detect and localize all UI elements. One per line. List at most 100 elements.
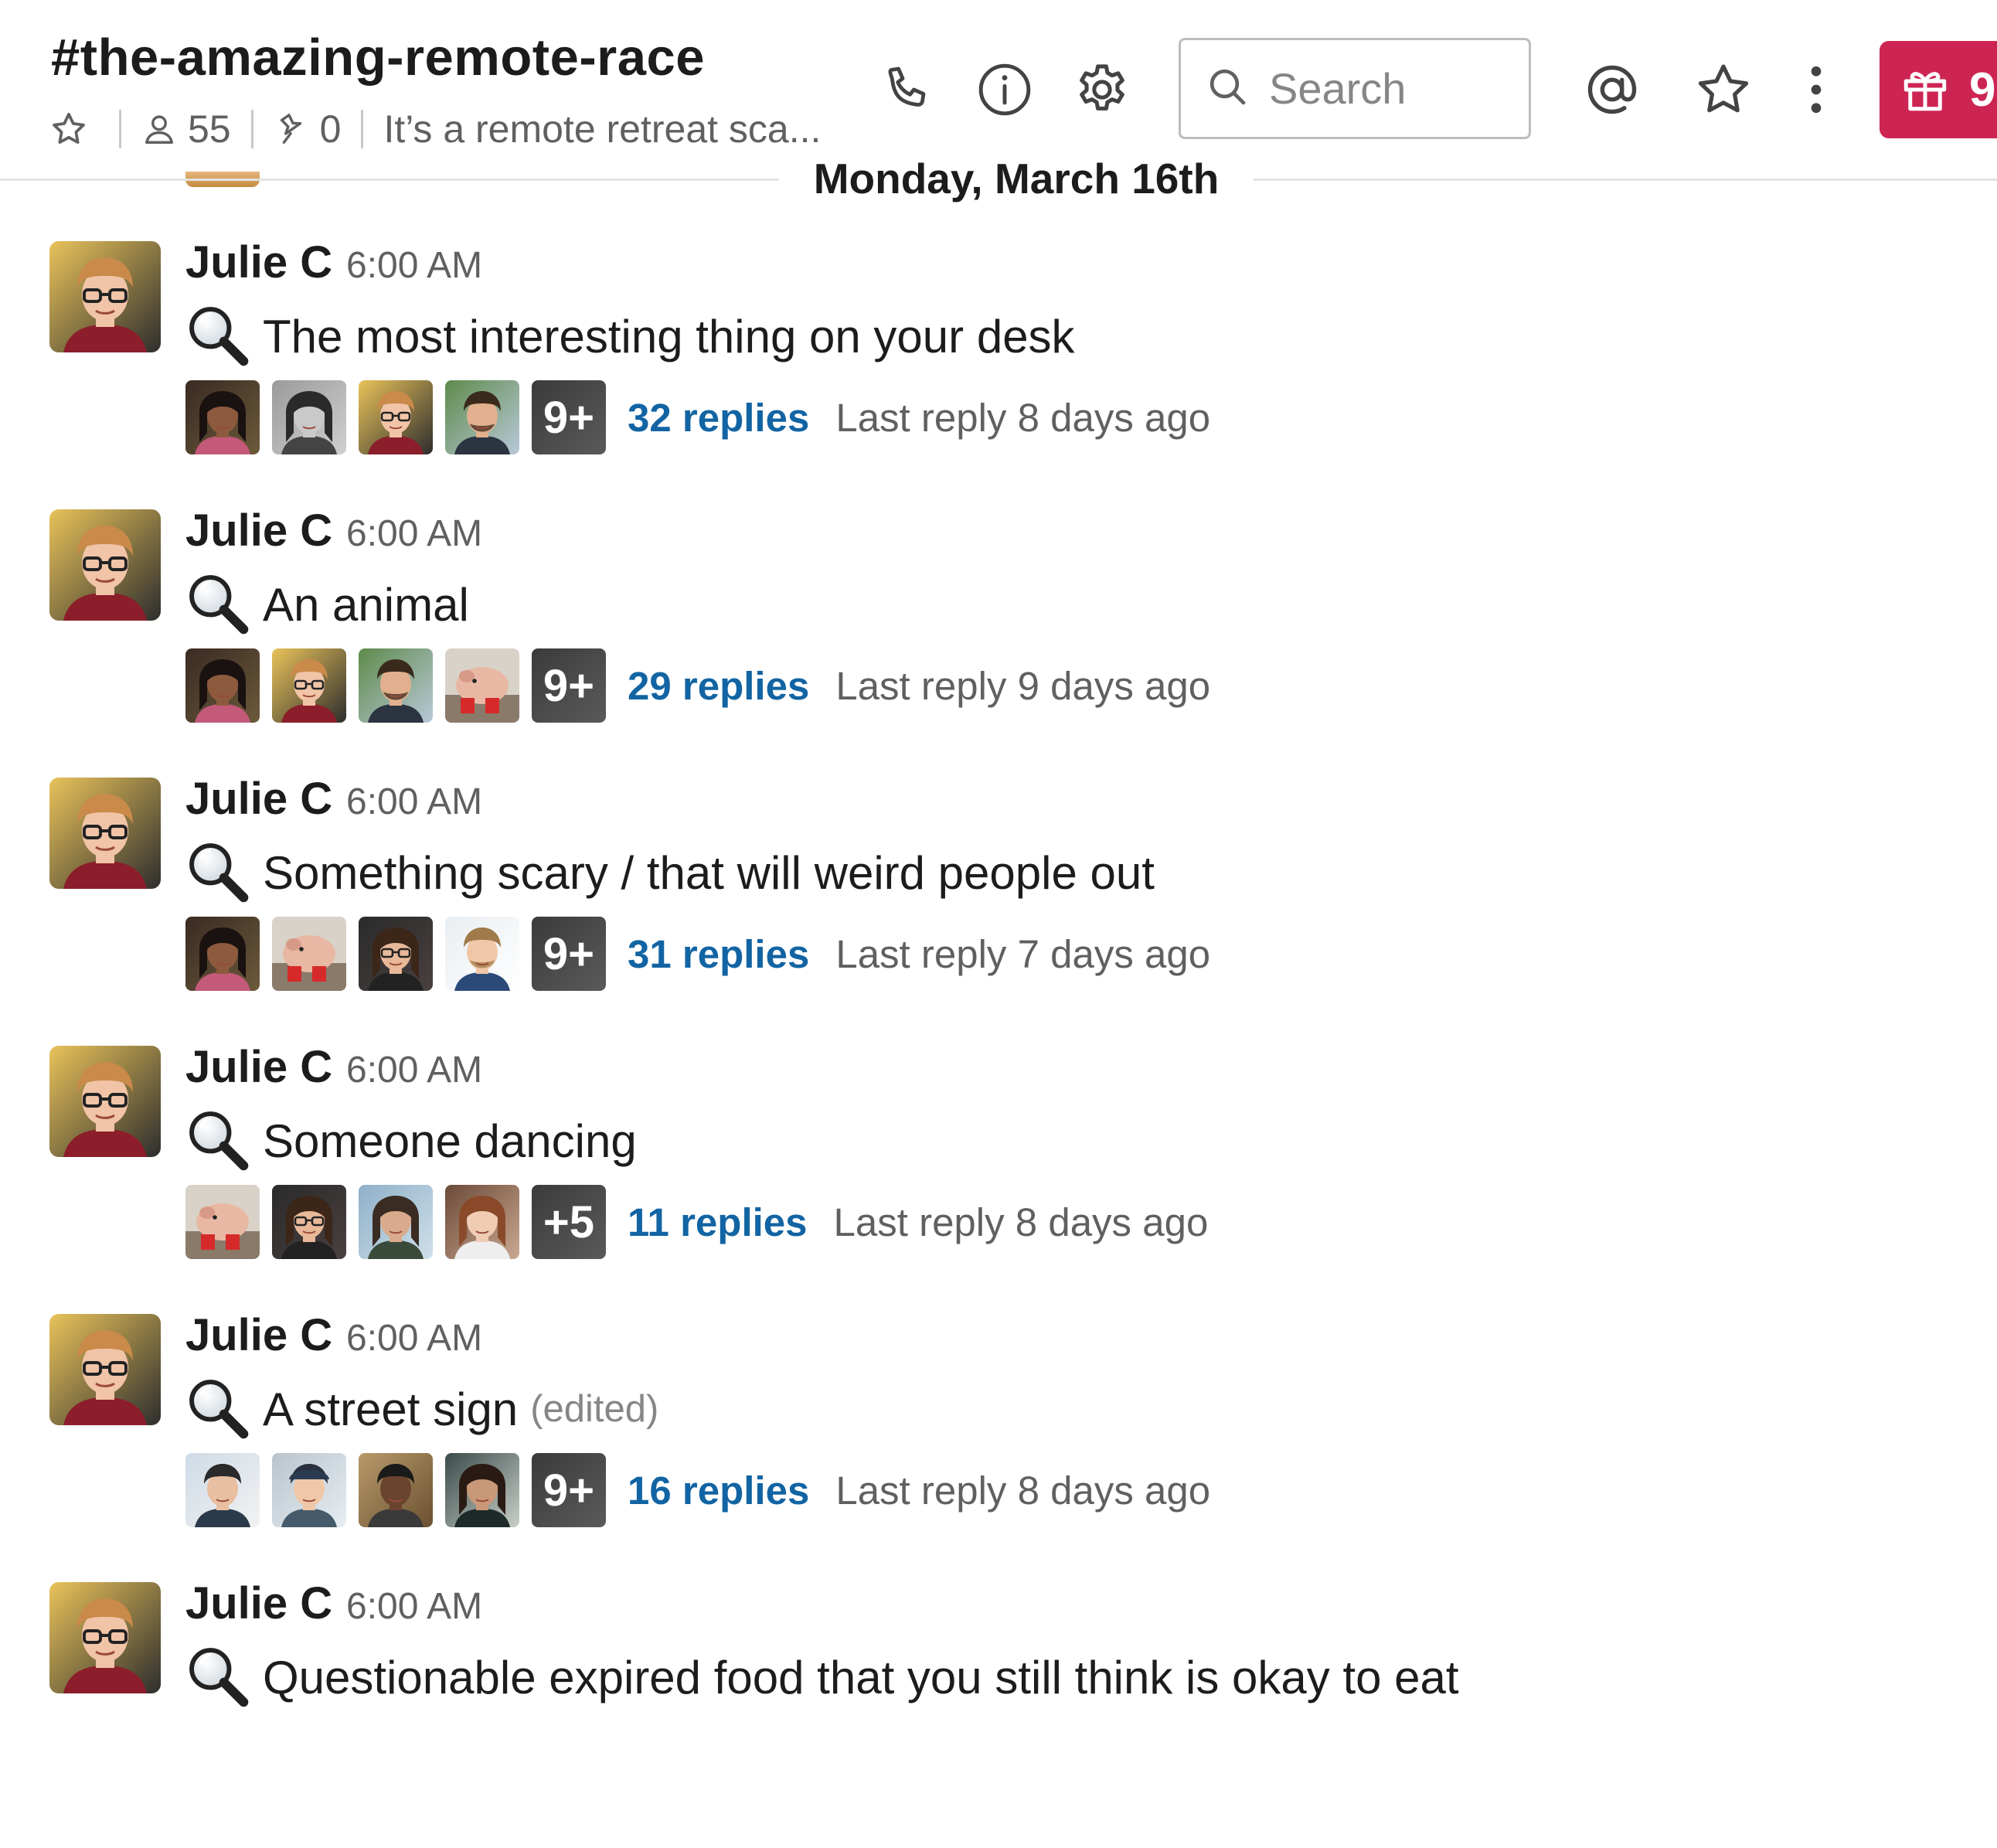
replies-link[interactable]: 31 replies (628, 931, 809, 977)
participant-avatar[interactable] (185, 380, 260, 454)
channel-name[interactable]: #the-amazing-remote-race (51, 28, 705, 87)
author-name[interactable]: Julie C (185, 237, 332, 288)
participant-avatar[interactable] (445, 1453, 519, 1527)
message-timestamp[interactable]: 6:00 AM (346, 512, 482, 555)
pinned-count[interactable]: 0 (320, 107, 342, 151)
participant-avatar[interactable] (272, 380, 346, 454)
magnifying-glass-icon (185, 303, 252, 369)
thread-summary[interactable]: +5 11 replies Last reply 8 days ago (185, 1185, 1208, 1259)
participant-avatar[interactable] (445, 917, 519, 991)
participant-avatar[interactable] (185, 1453, 260, 1527)
gift-icon (1903, 72, 1947, 111)
replies-link[interactable]: 11 replies (628, 1200, 808, 1245)
star-outline-icon[interactable] (49, 110, 88, 148)
search-icon (1206, 65, 1249, 112)
author-avatar[interactable] (49, 1046, 161, 1157)
participant-avatar[interactable] (272, 1185, 346, 1259)
participant-avatar[interactable] (272, 1453, 346, 1527)
message-body: Something scary / that will weird people… (263, 846, 1155, 899)
date-divider[interactable]: Monday, March 16th (779, 151, 1254, 206)
phone-icon[interactable] (869, 51, 946, 128)
participant-avatar[interactable] (185, 1185, 260, 1259)
author-avatar[interactable] (49, 778, 161, 889)
message-text: Someone dancing (185, 1106, 637, 1176)
author-name[interactable]: Julie C (185, 1577, 332, 1629)
search-placeholder: Search (1269, 64, 1407, 113)
participant-avatar[interactable] (445, 648, 519, 723)
message-timestamp[interactable]: 6:00 AM (346, 1585, 482, 1628)
thread-summary[interactable]: 9+ 16 replies Last reply 8 days ago (185, 1453, 1210, 1527)
replies-link[interactable]: 16 replies (628, 1468, 809, 1513)
info-icon[interactable] (966, 51, 1043, 128)
author-avatar[interactable] (49, 1314, 161, 1425)
message-timestamp[interactable]: 6:00 AM (346, 244, 482, 287)
more-participants-badge[interactable]: +5 (532, 1185, 606, 1259)
message-body: A street sign (263, 1383, 519, 1435)
more-participants-badge[interactable]: 9+ (532, 1453, 606, 1527)
participant-avatar[interactable] (272, 648, 346, 723)
participant-avatar[interactable] (445, 1185, 519, 1259)
magnifying-glass-icon (185, 1376, 252, 1442)
starred-items-icon[interactable] (1685, 51, 1762, 128)
replies-link[interactable]: 32 replies (628, 395, 809, 441)
member-icon[interactable] (141, 111, 177, 147)
message[interactable]: Julie C 6:00 AM Questionable expired foo… (0, 1578, 1997, 1848)
participant-avatar[interactable] (185, 917, 260, 991)
message[interactable]: Julie C 6:00 AM An animal 9+ 29 replies … (0, 505, 1997, 775)
message[interactable]: Julie C 6:00 AM The most interesting thi… (0, 237, 1997, 507)
participant-avatar[interactable] (272, 917, 346, 991)
participant-avatar[interactable] (359, 1185, 433, 1259)
channel-topic[interactable]: It’s a remote retreat sca... (383, 107, 821, 151)
author-avatar[interactable] (49, 1582, 161, 1693)
divider (250, 110, 253, 148)
more-participants-badge[interactable]: 9+ (532, 380, 606, 454)
thread-summary[interactable]: 9+ 29 replies Last reply 9 days ago (185, 648, 1210, 723)
message-timestamp[interactable]: 6:00 AM (346, 781, 482, 823)
author-name[interactable]: Julie C (185, 1041, 332, 1093)
message-text: The most interesting thing on your desk (185, 301, 1075, 371)
magnifying-glass-icon (185, 1644, 252, 1710)
message-body: Questionable expired food that you still… (263, 1651, 1459, 1703)
more-options-icon[interactable] (1778, 51, 1855, 128)
last-reply-text: Last reply 9 days ago (835, 663, 1211, 708)
participant-avatar[interactable] (359, 648, 433, 723)
pin-icon[interactable] (274, 111, 309, 147)
message-body: Someone dancing (263, 1115, 637, 1167)
message-text: An animal (185, 570, 469, 639)
more-participants-badge[interactable]: 9+ (532, 917, 606, 991)
participant-avatar[interactable] (359, 917, 433, 991)
author-avatar[interactable] (49, 241, 161, 352)
message[interactable]: Julie C 6:00 AM Something scary / that w… (0, 774, 1997, 1043)
replies-link[interactable]: 29 replies (628, 663, 809, 709)
more-participants-badge[interactable]: 9+ (532, 648, 606, 723)
magnifying-glass-icon (185, 1108, 252, 1174)
gear-icon[interactable] (1063, 51, 1141, 128)
mentions-icon[interactable] (1573, 51, 1651, 128)
author-name[interactable]: Julie C (185, 773, 332, 825)
message-text: A street sign (edited) (185, 1374, 658, 1444)
message-body: The most interesting thing on your desk (263, 310, 1075, 362)
message-text: Something scary / that will weird people… (185, 838, 1155, 907)
gift-button[interactable]: 9 (1880, 41, 1997, 138)
last-reply-text: Last reply 8 days ago (833, 1200, 1209, 1244)
gift-count: 9 (1969, 63, 1996, 117)
participant-avatar[interactable] (359, 380, 433, 454)
edited-label: (edited) (530, 1388, 659, 1430)
search-input[interactable]: Search (1179, 38, 1531, 139)
thread-summary[interactable]: 9+ 31 replies Last reply 7 days ago (185, 917, 1210, 991)
author-name[interactable]: Julie C (185, 505, 332, 556)
message[interactable]: Julie C 6:00 AM A street sign (edited) 9… (0, 1310, 1997, 1580)
participant-avatar[interactable] (185, 648, 260, 723)
divider (361, 110, 364, 148)
magnifying-glass-icon (185, 571, 252, 638)
author-name[interactable]: Julie C (185, 1309, 332, 1361)
reply-avatars (185, 1185, 532, 1259)
message-timestamp[interactable]: 6:00 AM (346, 1317, 482, 1360)
member-count[interactable]: 55 (188, 107, 231, 151)
author-avatar[interactable] (49, 509, 161, 621)
message[interactable]: Julie C 6:00 AM Someone dancing +5 11 re… (0, 1042, 1997, 1312)
participant-avatar[interactable] (359, 1453, 433, 1527)
message-timestamp[interactable]: 6:00 AM (346, 1049, 482, 1091)
participant-avatar[interactable] (445, 380, 519, 454)
thread-summary[interactable]: 9+ 32 replies Last reply 8 days ago (185, 380, 1210, 454)
